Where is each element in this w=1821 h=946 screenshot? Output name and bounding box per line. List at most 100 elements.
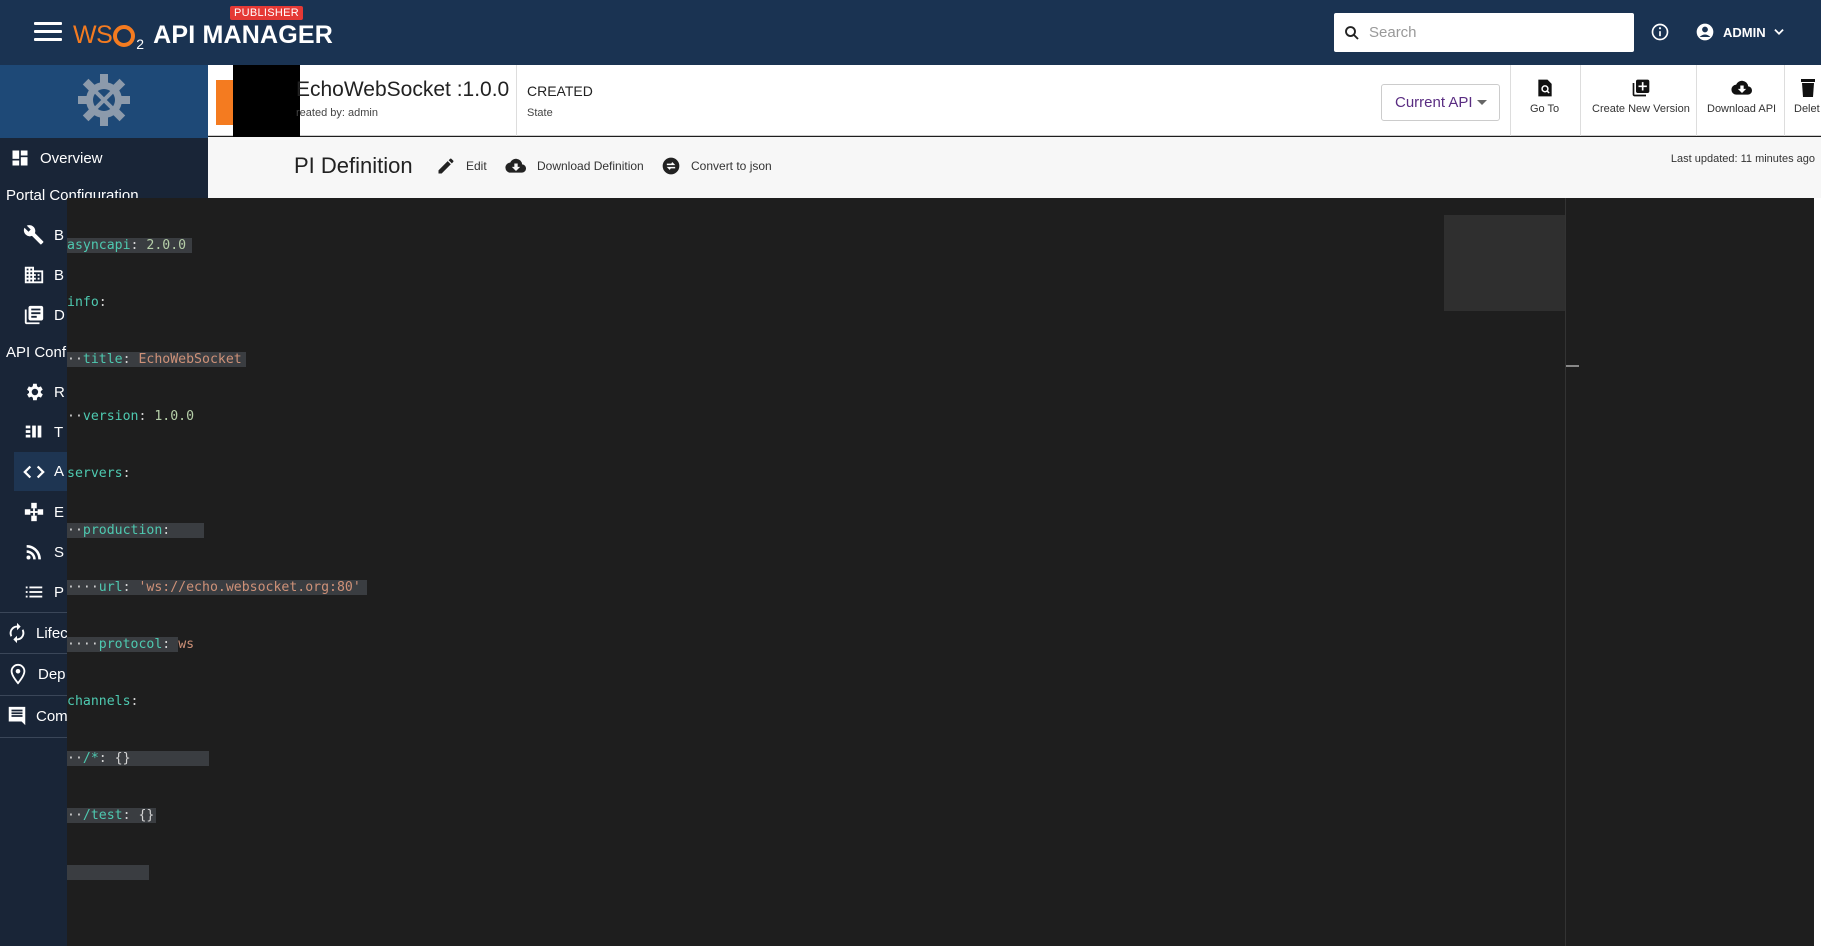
delete-label: Delet (1794, 103, 1820, 115)
nav-properties[interactable]: P (22, 578, 67, 606)
go-to-button[interactable]: Go To (1530, 78, 1559, 115)
library-add-icon (1632, 79, 1650, 97)
find-in-page-icon (1537, 79, 1552, 97)
code-line: asyncapi: 2.0.0 (67, 236, 367, 255)
nav-tags[interactable]: T (22, 418, 67, 446)
dashboard-icon (8, 146, 32, 170)
settings-icon (22, 380, 46, 404)
cloud-download-icon (1730, 80, 1752, 95)
logo-sub: 2 (136, 36, 145, 52)
user-menu[interactable]: ADMIN (1695, 22, 1786, 42)
nav-lifecycle-label: Lifec (36, 624, 67, 642)
nav-portal-item-1-label: B (54, 226, 65, 244)
code-icon (22, 460, 46, 484)
nav-documents[interactable]: D (22, 301, 67, 329)
publisher-badge: PUBLISHER (230, 6, 304, 20)
create-new-version-label: Create New Version (1592, 103, 1690, 115)
download-definition-button[interactable]: Download Definition (505, 156, 644, 176)
sidebar-divider (0, 695, 67, 696)
menu-icon[interactable] (34, 22, 62, 42)
nav-business-info[interactable]: B (22, 221, 67, 249)
api-created-by: reated by: admin (296, 107, 378, 119)
nav-api-item-2-label: T (54, 423, 64, 441)
swap-icon (662, 157, 680, 175)
nav-deployments[interactable]: Dep (6, 660, 67, 688)
nav-api-item-5-label: S (54, 543, 65, 561)
nav-portal-item-2-label: B (54, 266, 65, 284)
view-list-icon (22, 420, 46, 444)
yaml-code[interactable]: asyncapi: 2.0.0 info: ··title: EchoWebSo… (67, 198, 367, 901)
nav-comments-label: Com (36, 707, 67, 725)
nav-api-item-3-label: A (54, 463, 65, 480)
go-to-label: Go To (1530, 103, 1560, 115)
current-api-label: Current API (1395, 94, 1473, 111)
code-line: ····protocol: ws (67, 637, 195, 652)
search-box[interactable] (1334, 13, 1634, 52)
caret-down-icon (1477, 100, 1487, 105)
rss-feed-icon (22, 540, 46, 564)
code-line: ··/*: {} (67, 749, 367, 768)
nav-endpoints[interactable]: E (22, 498, 67, 526)
logo-o-icon (113, 25, 136, 47)
nav-deployments-label: Dep (38, 665, 66, 683)
api-title: EchoWebSocket :1.0.0 (296, 78, 510, 101)
autorenew-icon (6, 621, 28, 645)
nav-comments[interactable]: Com (6, 702, 67, 730)
create-new-version-button[interactable]: Create New Version (1592, 78, 1690, 115)
download-api-button[interactable]: Download API (1707, 78, 1776, 115)
api-state-label: State (527, 107, 553, 119)
api-config-heading: API Confi (6, 344, 67, 361)
download-definition-label: Download Definition (537, 159, 644, 173)
nav-overview[interactable]: Overview (8, 145, 208, 171)
endpoints-icon (22, 500, 46, 524)
edit-label: Edit (466, 159, 487, 173)
definition-title: PI Definition (294, 153, 413, 178)
building-icon (22, 263, 46, 287)
info-icon[interactable] (1650, 22, 1670, 42)
header-separator (516, 65, 517, 136)
code-line: channels: (67, 694, 139, 709)
nav-runtime[interactable]: R (22, 378, 67, 406)
code-line: ··/test: {} (67, 808, 157, 823)
header-separator (1580, 65, 1581, 136)
nav-api-item-1-label: R (54, 383, 65, 401)
current-api-select[interactable]: Current API (1381, 84, 1500, 121)
last-updated-text: Last updated: 11 minutes ago (1670, 153, 1815, 165)
delete-button[interactable]: Delet (1794, 78, 1821, 115)
convert-to-json-button[interactable]: Convert to json (661, 156, 772, 176)
code-line (67, 863, 367, 882)
sidebar-divider (0, 612, 67, 613)
minimap-viewport[interactable] (1444, 215, 1565, 311)
delete-icon (1801, 79, 1815, 97)
search-icon (1345, 25, 1359, 40)
nav-lifecycle[interactable]: Lifec (6, 619, 67, 647)
code-line: ··version: 1.0.0 (67, 409, 195, 424)
convert-to-json-label: Convert to json (691, 159, 772, 173)
logo-text: API MANAGER (153, 21, 334, 49)
nav-api-item-6-label: P (54, 583, 65, 601)
nav-overview-label: Overview (40, 149, 103, 167)
edit-button[interactable]: Edit (436, 156, 487, 176)
pencil-icon (438, 158, 454, 174)
download-api-label: Download API (1707, 103, 1777, 115)
logo-prefix: WS (73, 21, 113, 49)
editor-scrollbar-track[interactable] (1565, 198, 1566, 946)
comment-icon (6, 704, 28, 728)
library-books-icon (22, 303, 46, 327)
nav-portal-item-3-label: D (54, 306, 65, 324)
header-separator (1510, 65, 1511, 136)
nav-api-definition[interactable]: A (14, 452, 67, 491)
nav-api-item-4-label: E (54, 503, 65, 521)
code-line: ····url: 'ws://echo.websocket.org:80' (67, 578, 367, 597)
cloud-download-icon (505, 158, 527, 173)
sidebar-divider (0, 653, 67, 654)
search-input[interactable] (1369, 24, 1619, 41)
list-icon (22, 580, 46, 604)
nav-subscriptions[interactable]: S (22, 538, 67, 566)
api-state-value: CREATED (527, 83, 593, 99)
wso2-logo[interactable]: WS 2 API MANAGER (73, 16, 334, 52)
nav-business-plans[interactable]: B (22, 261, 67, 289)
wrench-icon (22, 223, 46, 247)
sidebar-divider (0, 737, 67, 738)
header-separator (1784, 65, 1785, 136)
